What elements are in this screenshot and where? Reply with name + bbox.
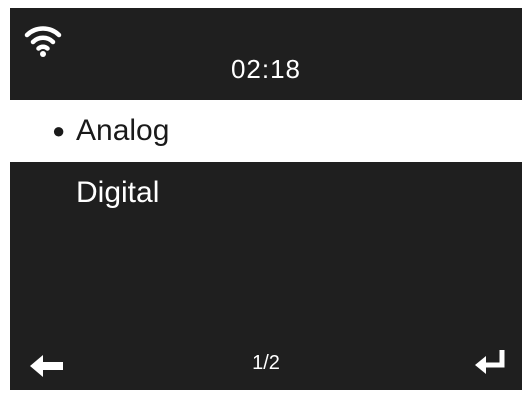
footer-bar: 1/2	[10, 342, 522, 390]
selected-bullet: ●	[52, 118, 66, 143]
menu-item-digital[interactable]: Digital	[10, 162, 522, 224]
enter-return-icon[interactable]	[474, 348, 508, 378]
clock: 02:18	[230, 54, 302, 84]
menu-list: ● Analog Digital	[10, 100, 522, 224]
menu-item-label: Analog	[76, 114, 170, 147]
menu-item-label: Digital	[76, 176, 160, 209]
menu-item-analog[interactable]: ● Analog	[10, 100, 522, 162]
device-screen: 02:18 ● Analog Digital 1/2	[10, 8, 522, 390]
wifi-icon	[24, 22, 62, 58]
page-indicator: 1/2	[252, 352, 280, 374]
status-bar: 02:18	[10, 8, 522, 100]
